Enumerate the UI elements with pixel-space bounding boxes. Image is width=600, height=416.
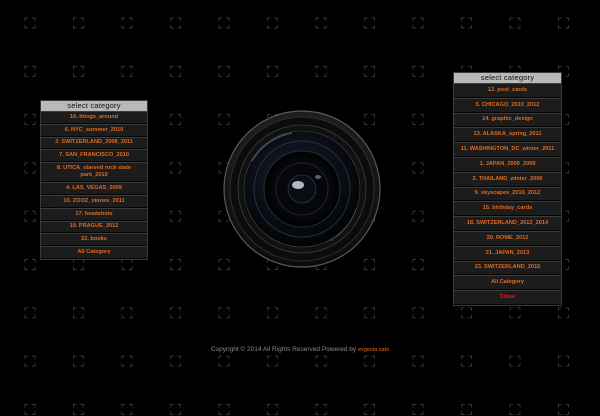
right-category-item[interactable]: 21. JAPAN_2013 bbox=[454, 245, 561, 261]
left-category-item[interactable]: 6. NYC_summer_2010 bbox=[41, 123, 147, 137]
right-category-item[interactable]: 15. birthday_cards bbox=[454, 201, 561, 217]
right-category-item[interactable]: 9. skyscapes_2010_2012 bbox=[454, 186, 561, 202]
right-category-item[interactable]: 5. CHICAGO_2010_2012 bbox=[454, 97, 561, 113]
left-category-item[interactable]: 3. SWITZERLAND_2008_2011 bbox=[41, 136, 147, 150]
left-category-item[interactable]: 10. ZOOZ_stones_2011 bbox=[41, 194, 147, 208]
left-category-item[interactable]: 22. books bbox=[41, 233, 147, 247]
close-button[interactable]: Close bbox=[454, 290, 561, 305]
right-category-item[interactable]: 2. THAILAND_winter_2006 bbox=[454, 171, 561, 187]
author-link[interactable]: evgenia sato bbox=[358, 347, 389, 353]
right-category-item[interactable]: 23. SWITZERLAND_2015 bbox=[454, 260, 561, 276]
left-category-item[interactable]: 17. headshots bbox=[41, 207, 147, 221]
right-category-menu: select category 12. post_cards 5. CHICAG… bbox=[453, 72, 562, 306]
footer: Copyright © 2014 All Rights Reserved Pow… bbox=[0, 346, 600, 353]
right-category-item[interactable]: 20. ROME_2012 bbox=[454, 230, 561, 246]
right-menu-header: select category bbox=[454, 73, 561, 83]
copyright-text: Copyright © 2014 All Rights Reserved Pow… bbox=[210, 346, 357, 353]
right-category-item[interactable]: 12. post_cards bbox=[454, 83, 561, 98]
left-category-item[interactable]: 16. things_around bbox=[41, 111, 147, 124]
left-category-menu: select category 16. things_around 6. NYC… bbox=[40, 100, 148, 260]
right-category-item[interactable]: 11. WASHINGTON_DC_winter_2011 bbox=[454, 142, 561, 157]
left-category-item[interactable]: 8. UTICA_starved rock state park_2010 bbox=[41, 162, 147, 183]
camera-lens-image bbox=[223, 110, 381, 268]
right-all-category-item[interactable]: All Category bbox=[454, 275, 561, 291]
left-all-category-item[interactable]: All Category bbox=[41, 246, 147, 259]
left-category-item[interactable]: 7. SAN_FRANCISCO_2010 bbox=[41, 149, 147, 163]
left-category-item[interactable]: 19. PRAGUE_2012 bbox=[41, 220, 147, 234]
left-category-item[interactable]: 4. LAS_VEGAS_2009 bbox=[41, 182, 147, 195]
right-category-item[interactable]: 13. ALASKA_spring_2011 bbox=[454, 127, 561, 143]
right-category-item[interactable]: 18. SWITZERLAND_2012_2014 bbox=[454, 216, 561, 231]
right-category-item[interactable]: 14. graphic_design bbox=[454, 112, 561, 128]
left-menu-header: select category bbox=[41, 101, 147, 111]
right-category-item[interactable]: 1. JAPAN_2006_2009 bbox=[454, 156, 561, 172]
